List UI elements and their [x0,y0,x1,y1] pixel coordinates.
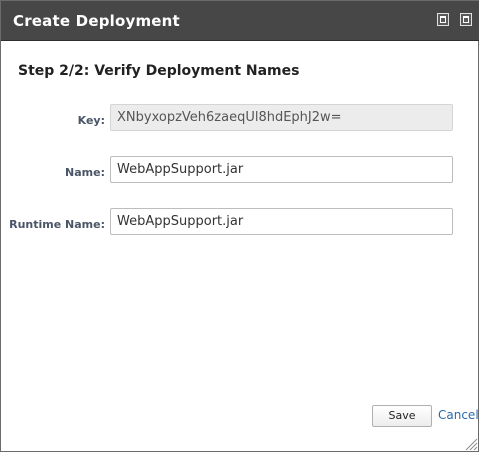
save-button[interactable]: Save [372,405,432,427]
step-title: Step 2/2: Verify Deployment Names [18,63,300,79]
create-deployment-dialog: Create Deployment Step 2/2: Verify Deplo… [0,0,479,452]
dialog-titlebar[interactable]: Create Deployment [1,1,479,41]
restore-icon[interactable] [460,13,472,26]
key-label: Key: [77,114,105,127]
cancel-link[interactable]: Cancel [438,408,479,422]
runtime-name-label: Runtime Name: [9,218,105,231]
resize-grip-icon[interactable] [464,437,478,451]
dialog-title: Create Deployment [13,12,180,30]
maximize-icon[interactable] [437,13,449,26]
runtime-name-input[interactable]: WebAppSupport.jar [110,208,453,235]
name-input[interactable]: WebAppSupport.jar [110,156,453,183]
key-field: XNbyxopzVeh6zaeqUl8hdEphJ2w= [110,104,453,131]
name-label: Name: [65,166,105,179]
